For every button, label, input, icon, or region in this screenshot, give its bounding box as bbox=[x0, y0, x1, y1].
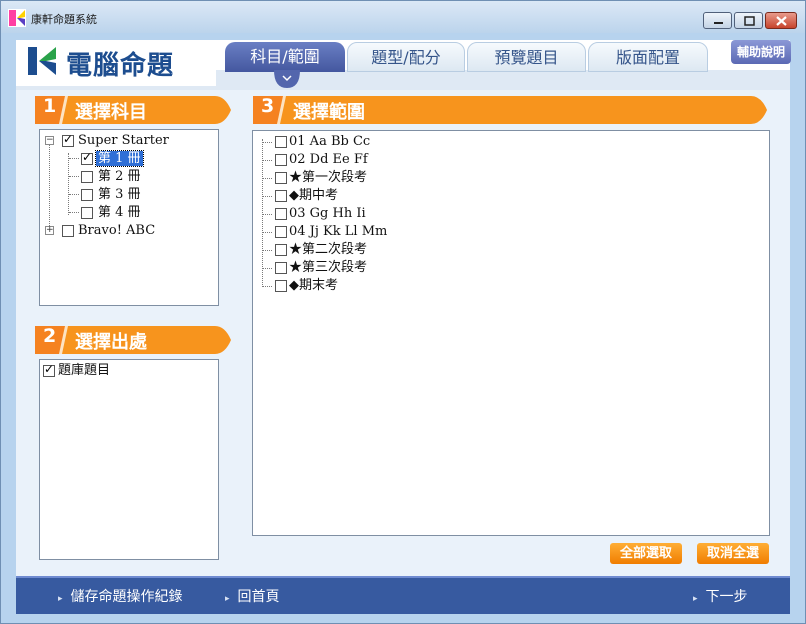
checkbox-book-4[interactable] bbox=[81, 207, 93, 219]
tree-line bbox=[262, 142, 272, 143]
minimize-icon bbox=[714, 22, 723, 24]
checkbox-bravo-abc[interactable] bbox=[62, 225, 74, 237]
tree-line bbox=[262, 268, 272, 269]
tab-question-type[interactable]: 題型/配分 bbox=[347, 42, 465, 72]
checkbox-question-bank[interactable] bbox=[43, 362, 55, 377]
tree-item-book-4[interactable]: 第 4 冊 bbox=[98, 204, 141, 221]
tree-line bbox=[69, 176, 79, 177]
brand-logo-icon bbox=[28, 47, 56, 75]
scope-item[interactable]: ◆期末考 bbox=[289, 277, 338, 294]
section-title: 選擇出處 bbox=[75, 332, 147, 353]
chevron-right-icon: ▸ bbox=[58, 594, 63, 604]
checkbox-scope-item[interactable] bbox=[275, 190, 287, 202]
checkbox-book-1[interactable] bbox=[81, 150, 93, 165]
source-list: 題庫題目 bbox=[39, 359, 219, 560]
tree-item-bravo-abc[interactable]: Bravo! ABC bbox=[78, 222, 155, 239]
minimize-button[interactable] bbox=[703, 12, 732, 29]
checkbox-scope-item[interactable] bbox=[275, 280, 287, 292]
tree-item-label: 第 1 冊 bbox=[95, 150, 144, 167]
select-all-button[interactable]: 全部選取 bbox=[610, 543, 682, 564]
section-title: 選擇範圍 bbox=[293, 102, 365, 123]
scope-item[interactable]: ◆期中考 bbox=[289, 187, 338, 204]
tree-line bbox=[68, 153, 69, 215]
section-number: 3 bbox=[261, 95, 275, 117]
tree-item-book-1[interactable]: 第 1 冊 bbox=[95, 150, 144, 167]
close-icon bbox=[776, 16, 787, 26]
maximize-button[interactable] bbox=[734, 12, 763, 29]
tab-preview[interactable]: 預覽題目 bbox=[467, 42, 586, 72]
chevron-right-icon: ▸ bbox=[225, 594, 230, 604]
checkbox-scope-item[interactable] bbox=[275, 244, 287, 256]
checkbox-scope-item[interactable] bbox=[275, 226, 287, 238]
scope-item[interactable]: ★第二次段考 bbox=[289, 241, 367, 258]
scope-item[interactable]: 04 Jj Kk Ll Mm bbox=[289, 223, 387, 240]
home-link[interactable]: ▸ 回首頁 bbox=[225, 586, 280, 606]
scope-item[interactable]: 01 Aa Bb Cc bbox=[289, 133, 370, 150]
app-logo-icon bbox=[8, 9, 26, 27]
section-number: 1 bbox=[43, 95, 57, 117]
tree-line bbox=[262, 214, 272, 215]
tree-line bbox=[262, 250, 272, 251]
next-step-link[interactable]: ▸ 下一步 bbox=[693, 586, 748, 606]
checkbox-scope-item[interactable] bbox=[275, 136, 287, 148]
tree-line bbox=[262, 178, 272, 179]
deselect-all-button[interactable]: 取消全選 bbox=[697, 543, 769, 564]
expand-toggle-icon[interactable]: + bbox=[45, 226, 54, 235]
subject-tree: − Super Starter 第 1 冊 第 2 冊 第 3 冊 第 4 冊 … bbox=[39, 129, 219, 306]
home-label: 回首頁 bbox=[237, 589, 280, 605]
scope-item[interactable]: 02 Dd Ee Ff bbox=[289, 151, 368, 168]
section-number: 2 bbox=[43, 325, 57, 347]
help-button[interactable]: 輔助說明 bbox=[731, 40, 791, 64]
tree-line bbox=[69, 212, 79, 213]
maximize-icon bbox=[744, 16, 755, 26]
section-header-subject: 1 選擇科目 bbox=[35, 94, 235, 126]
tree-line bbox=[262, 160, 272, 161]
checkbox-scope-item[interactable] bbox=[275, 262, 287, 274]
checkbox-scope-item[interactable] bbox=[275, 154, 287, 166]
tree-line bbox=[262, 286, 272, 287]
section-title: 選擇科目 bbox=[75, 102, 147, 123]
tree-line bbox=[262, 196, 272, 197]
tree-item-book-2[interactable]: 第 2 冊 bbox=[98, 168, 141, 185]
active-tab-pointer-icon bbox=[274, 70, 300, 88]
tree-line bbox=[49, 144, 50, 234]
chevron-right-icon: ▸ bbox=[693, 594, 698, 604]
checkbox-super-starter[interactable] bbox=[62, 132, 74, 147]
tab-layout[interactable]: 版面配置 bbox=[588, 42, 708, 72]
checkbox-scope-item[interactable] bbox=[275, 172, 287, 184]
source-item-question-bank[interactable]: 題庫題目 bbox=[58, 362, 110, 379]
tree-line bbox=[262, 139, 263, 287]
next-step-label: 下一步 bbox=[705, 589, 748, 605]
checkbox-scope-item[interactable] bbox=[275, 208, 287, 220]
window-title: 康軒命題系統 bbox=[31, 13, 97, 26]
tab-subject-scope[interactable]: 科目/範圍 bbox=[225, 42, 345, 72]
tree-line bbox=[262, 232, 272, 233]
tree-item-book-3[interactable]: 第 3 冊 bbox=[98, 186, 141, 203]
scope-item[interactable]: 03 Gg Hh Ii bbox=[289, 205, 366, 222]
save-log-link[interactable]: ▸ 儲存命題操作紀錄 bbox=[58, 586, 183, 606]
brand-logo-text: 電腦命題 bbox=[66, 51, 175, 81]
tree-item-super-starter[interactable]: Super Starter bbox=[78, 132, 169, 149]
scope-item[interactable]: ★第一次段考 bbox=[289, 169, 367, 186]
checkbox-book-3[interactable] bbox=[81, 189, 93, 201]
scope-item[interactable]: ★第三次段考 bbox=[289, 259, 367, 276]
close-button[interactable] bbox=[765, 12, 797, 29]
title-bar: 康軒命題系統 bbox=[1, 1, 805, 33]
save-log-label: 儲存命題操作紀錄 bbox=[70, 589, 183, 605]
section-header-scope: 3 選擇範圍 bbox=[253, 94, 773, 126]
checkbox-book-2[interactable] bbox=[81, 171, 93, 183]
section-header-source: 2 選擇出處 bbox=[35, 324, 235, 356]
tree-line bbox=[69, 194, 79, 195]
tree-line bbox=[69, 158, 79, 159]
collapse-toggle-icon[interactable]: − bbox=[45, 136, 54, 145]
scope-list: 01 Aa Bb Cc 02 Dd Ee Ff ★第一次段考 ◆期中考 03 G… bbox=[252, 130, 770, 536]
